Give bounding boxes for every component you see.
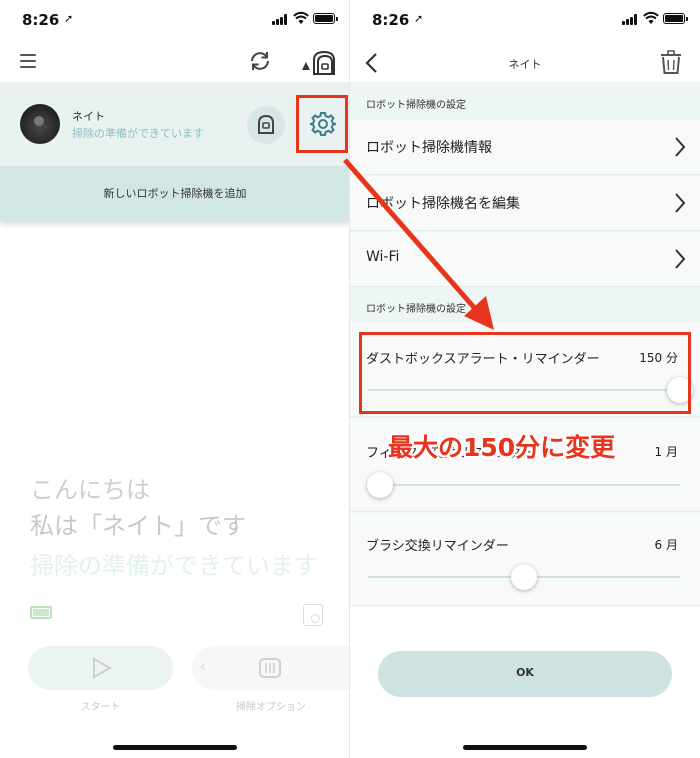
chevron-right-icon xyxy=(675,137,686,157)
slider-thumb[interactable] xyxy=(367,472,394,498)
greeting-line2: 私は「ネイト」です xyxy=(30,512,246,540)
status-bar: 8:26 ➚ xyxy=(0,0,350,40)
add-robot-button[interactable]: 新しいロボット掃除機を追加 xyxy=(0,166,350,222)
status-time: 8:26 xyxy=(22,11,60,29)
robot-info-label: ロボット掃除機情報 xyxy=(366,140,492,156)
cleaning-options-icon xyxy=(259,658,281,678)
home-indicator[interactable] xyxy=(113,745,237,750)
status-bar: 8:26 ➚ xyxy=(350,0,700,40)
slider-thumb[interactable] xyxy=(511,564,537,590)
greeting-line1: こんにちは xyxy=(30,476,150,504)
chevron-right-icon xyxy=(675,193,686,213)
gear-icon xyxy=(310,112,336,136)
robot-switch-icon[interactable] xyxy=(298,48,338,76)
cleaning-options-button[interactable]: ‹ xyxy=(192,646,350,690)
ok-button[interactable]: OK xyxy=(378,651,672,697)
top-nav xyxy=(0,44,350,80)
robot-home-screen: 8:26 ➚ ネイト 掃除の準備ができています 新しいロボット掃除機を追加 こん… xyxy=(0,0,350,758)
start-button[interactable] xyxy=(28,646,173,690)
location-icon: ➚ xyxy=(414,12,424,25)
add-robot-label: 新しいロボット掃除機を追加 xyxy=(103,187,247,200)
dock-button[interactable] xyxy=(247,106,285,144)
trash-icon[interactable] xyxy=(660,49,682,75)
chevron-right-icon xyxy=(675,249,686,269)
robot-name: ネイト xyxy=(72,110,105,123)
filter-reminder-slider[interactable] xyxy=(367,472,680,498)
robot-info-row[interactable]: ロボット掃除機情報 xyxy=(350,120,700,175)
start-label: スタート xyxy=(80,702,121,713)
wifi-icon xyxy=(643,11,659,24)
brush-reminder-row: ブラシ交換リマインダー 6 月 xyxy=(350,513,700,606)
annotation-text: 最大の150分に変更 xyxy=(388,433,616,462)
battery-icon xyxy=(30,606,52,619)
play-icon xyxy=(93,657,112,679)
dock-icon xyxy=(258,114,274,134)
brush-reminder-slider[interactable] xyxy=(368,564,680,590)
section-title: ロボット掃除機の設定 xyxy=(366,304,466,315)
page-title: ネイト xyxy=(508,58,542,71)
greeting-status: 掃除の準備ができています xyxy=(30,552,318,580)
home-indicator[interactable] xyxy=(463,745,587,750)
wifi-label: Wi-Fi xyxy=(366,249,400,265)
screen-divider xyxy=(349,0,350,758)
map-icon[interactable] xyxy=(303,604,323,626)
signal-icon xyxy=(622,14,640,25)
ok-label: OK xyxy=(516,666,534,679)
location-icon: ➚ xyxy=(64,12,74,25)
section-title: ロボット掃除機の設定 xyxy=(366,100,466,111)
wifi-row[interactable]: Wi-Fi xyxy=(350,232,700,287)
sync-icon[interactable] xyxy=(248,49,272,73)
signal-icon xyxy=(272,14,290,25)
status-time: 8:26 xyxy=(372,11,410,29)
edit-robot-name-row[interactable]: ロボット掃除機名を編集 xyxy=(350,176,700,231)
robot-settings-button[interactable] xyxy=(296,95,348,153)
battery-status-icon xyxy=(663,13,688,24)
wifi-icon xyxy=(293,11,309,24)
top-nav: ネイト xyxy=(350,44,700,82)
hamburger-icon[interactable] xyxy=(20,54,36,68)
robot-status: 掃除の準備ができています xyxy=(72,127,204,140)
edit-robot-name-label: ロボット掃除機名を編集 xyxy=(366,196,520,212)
robot-avatar xyxy=(20,104,60,144)
chevron-left-icon: ‹ xyxy=(200,659,206,675)
highlight-box xyxy=(359,332,691,414)
battery-status-icon xyxy=(313,13,338,24)
cleaning-options-label: 掃除オプション xyxy=(236,702,306,713)
brush-reminder-value: 6 月 xyxy=(654,538,678,552)
brush-reminder-label: ブラシ交換リマインダー xyxy=(366,539,509,554)
filter-reminder-value: 1 月 xyxy=(654,445,678,459)
